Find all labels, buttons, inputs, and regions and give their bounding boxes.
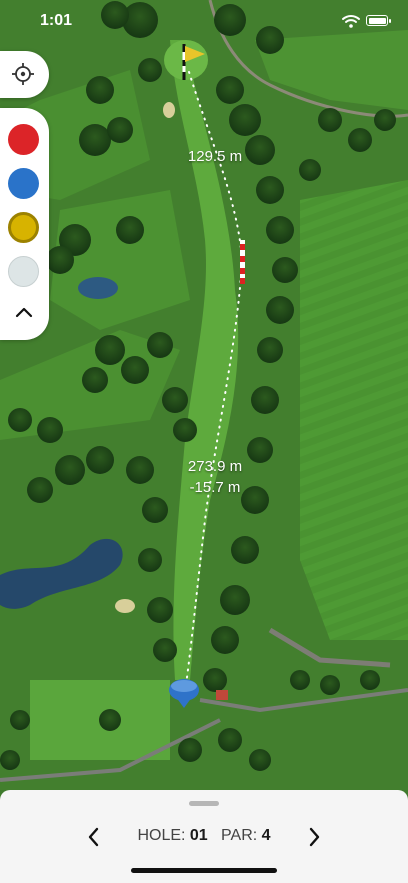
course-map-graphic (0, 0, 408, 790)
marker-color-panel (0, 108, 49, 340)
battery-icon (366, 15, 391, 26)
white-marker-button[interactable] (8, 256, 39, 287)
home-indicator[interactable] (131, 868, 277, 873)
chevron-right-icon[interactable] (302, 824, 326, 850)
status-time: 1:01 (40, 12, 73, 29)
chevron-left-icon[interactable] (82, 824, 106, 850)
distance-to-target-label: 129.5 m (187, 148, 243, 165)
hole-info: HOLE: 01 PAR: 4 (120, 827, 288, 845)
elevation-label: -15.7 m (189, 479, 241, 496)
hole-label: HOLE: (137, 827, 186, 844)
hole-number: 01 (189, 827, 208, 844)
blue-marker-button[interactable] (8, 168, 39, 199)
course-map[interactable] (0, 0, 408, 790)
wifi-icon (342, 15, 360, 28)
distance-to-pin-label: 273.9 m (187, 458, 243, 475)
locate-button[interactable] (0, 51, 49, 98)
yellow-marker-button[interactable] (8, 212, 39, 243)
red-marker-button[interactable] (8, 124, 39, 155)
target-marker-icon[interactable] (240, 240, 245, 284)
chevron-up-icon[interactable] (14, 304, 34, 320)
crosshair-icon (12, 63, 34, 85)
par-number: 4 (261, 827, 271, 844)
par-label: PAR: (221, 827, 258, 844)
status-bar: 1:01 (0, 0, 408, 44)
sheet-grabber[interactable] (189, 801, 219, 806)
